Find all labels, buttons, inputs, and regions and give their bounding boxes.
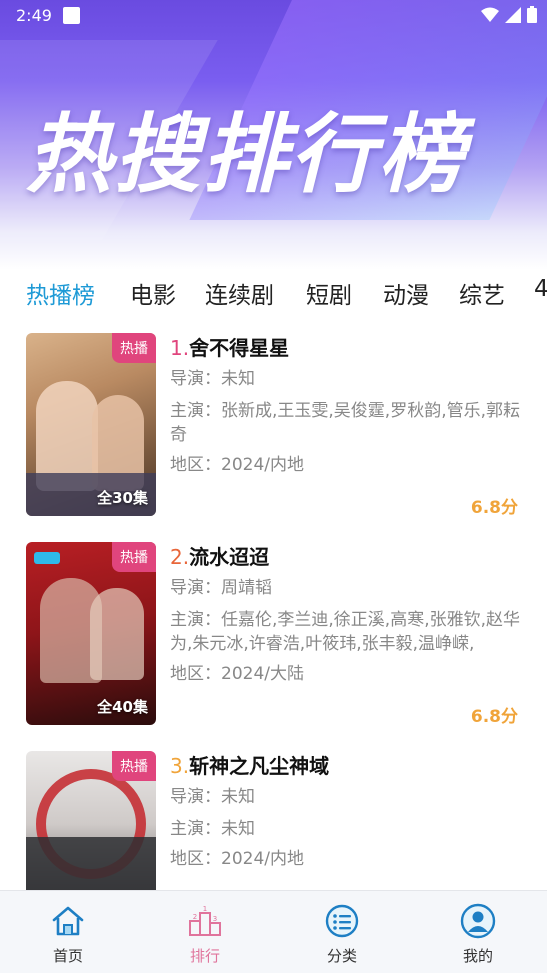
category-tabs: 热播榜 电影 连续剧 短剧 动漫 综艺 4: [0, 276, 547, 310]
tab-movie[interactable]: 电影: [130, 276, 176, 310]
category-icon: [325, 904, 359, 938]
svg-text:3: 3: [213, 915, 217, 923]
cast: 主演：任嘉伦,李兰迪,徐正溪,高寒,张雅钦,赵华为,朱元冰,许睿浩,叶筱玮,张丰…: [170, 610, 521, 654]
notification-icon: [63, 7, 80, 24]
cast: 主演：张新成,王玉雯,吴俊霆,罗秋韵,管乐,郭耘奇: [170, 401, 521, 445]
tab-more[interactable]: 4: [534, 276, 547, 302]
hot-badge: 热播: [112, 542, 156, 572]
poster-image[interactable]: 热播: [26, 751, 156, 890]
battery-icon: [527, 6, 537, 23]
bottom-navigation: 首页 1 2 3 排行 分类 我的: [0, 890, 547, 973]
rank-number: 3.: [170, 754, 190, 778]
nav-label: 我的: [462, 947, 493, 965]
signal-icon: [505, 6, 521, 23]
tab-hot[interactable]: 热播榜: [26, 276, 95, 310]
nav-profile[interactable]: 我的: [428, 891, 528, 973]
svg-text:2: 2: [193, 913, 197, 921]
list-item[interactable]: 热播 全30集 1.舍不得星星 导演：未知 主演：张新成,王玉雯,吴俊霆,罗秋韵…: [0, 333, 547, 518]
hot-badge: 热播: [112, 751, 156, 781]
nav-category[interactable]: 分类: [292, 891, 392, 973]
svg-text:1: 1: [203, 905, 207, 913]
nav-ranking[interactable]: 1 2 3 排行: [155, 891, 255, 973]
title-text: 斩神之凡尘神域: [189, 754, 330, 778]
item-title[interactable]: 1.舍不得星星: [170, 333, 525, 363]
home-icon: [52, 906, 84, 936]
status-time: 2:49: [16, 6, 52, 25]
director: 导演：周靖韬: [170, 578, 272, 598]
score: 6.8分: [470, 707, 518, 727]
cast: 主演：未知: [170, 819, 255, 839]
profile-icon: [460, 903, 496, 939]
region: 地区：2024/内地: [170, 849, 304, 869]
region: 地区：2024/大陆: [170, 664, 304, 684]
nav-home[interactable]: 首页: [18, 891, 118, 973]
ranking-list: 热播 全30集 1.舍不得星星 导演：未知 主演：张新成,王玉雯,吴俊霆,罗秋韵…: [0, 333, 547, 890]
rank-number: 1.: [170, 336, 190, 360]
episode-count: 全40集: [97, 698, 148, 716]
wifi-icon: [481, 7, 499, 22]
tab-short[interactable]: 短剧: [306, 276, 352, 310]
director: 导演：未知: [170, 787, 255, 807]
nav-label: 分类: [326, 947, 357, 965]
director: 导演：未知: [170, 369, 255, 389]
episode-count: 全30集: [97, 489, 148, 507]
title-text: 舍不得星星: [189, 336, 290, 360]
item-title[interactable]: 3.斩神之凡尘神域: [170, 751, 525, 781]
hero-banner: 热搜排行榜: [0, 0, 547, 270]
item-title[interactable]: 2.流水迢迢: [170, 542, 525, 572]
tab-series[interactable]: 连续剧: [205, 276, 274, 310]
list-item[interactable]: 热播 全40集 2.流水迢迢 导演：周靖韬 主演：任嘉伦,李兰迪,徐正溪,高寒,…: [0, 542, 547, 727]
poster-image[interactable]: 热播 全40集: [26, 542, 156, 725]
tab-anime[interactable]: 动漫: [383, 276, 429, 310]
ranking-icon: 1 2 3: [189, 905, 221, 936]
score: 6.8分: [470, 498, 518, 518]
status-bar: 2:49: [0, 0, 547, 32]
nav-label: 首页: [52, 947, 83, 965]
rank-number: 2.: [170, 545, 190, 569]
page-title: 热搜排行榜: [26, 105, 466, 205]
region: 地区：2024/内地: [170, 455, 304, 475]
nav-label: 排行: [189, 947, 220, 965]
list-item[interactable]: 热播 3.斩神之凡尘神域 导演：未知 主演：未知 地区：2024/内地: [0, 751, 547, 890]
tab-variety[interactable]: 综艺: [459, 276, 505, 310]
hot-badge: 热播: [112, 333, 156, 363]
title-text: 流水迢迢: [189, 545, 270, 569]
poster-image[interactable]: 热播 全30集: [26, 333, 156, 516]
